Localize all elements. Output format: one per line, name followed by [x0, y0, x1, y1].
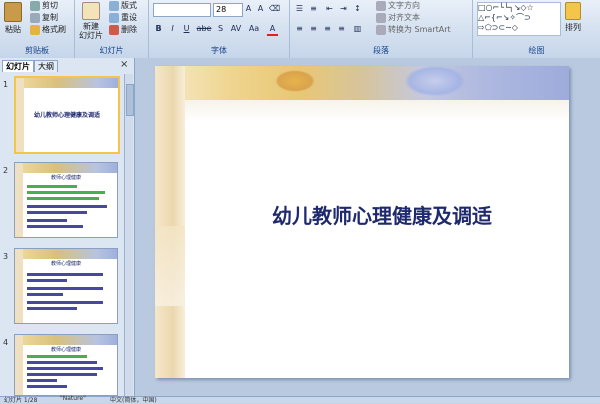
- smartart-label: 转换为 SmartArt: [388, 25, 451, 34]
- align-text-button[interactable]: 对齐文本: [376, 12, 420, 23]
- drawing-group-label: 绘图: [528, 46, 545, 55]
- theme-name: "Nature": [60, 395, 86, 402]
- thumb-title: 幼儿教师心理健康及调适: [33, 112, 100, 119]
- align-center-button[interactable]: ≡: [308, 23, 319, 34]
- slides-group: 新建 幻灯片 版式 重设 删除 幻灯片: [75, 0, 149, 58]
- align-text-label: 对齐文本: [388, 13, 420, 22]
- bold-button[interactable]: B: [153, 23, 164, 34]
- layout-button[interactable]: 版式: [109, 0, 137, 11]
- slide-number: 1: [3, 80, 9, 89]
- text-direction-icon: [376, 0, 386, 11]
- cut-label: 剪切: [42, 1, 58, 10]
- clipboard-group-label: 剪贴板: [25, 46, 49, 55]
- font-color-button[interactable]: A: [267, 23, 278, 36]
- decrease-indent-button[interactable]: ⇤: [324, 3, 335, 14]
- numbering-button[interactable]: ≡: [308, 3, 319, 14]
- change-case-button[interactable]: Aa: [247, 23, 261, 34]
- slide-number: 2: [3, 166, 9, 175]
- slide-title[interactable]: 幼儿教师心理健康及调适: [195, 200, 569, 229]
- reset-label: 重设: [121, 13, 137, 22]
- arrange-icon: [565, 2, 581, 20]
- copy-icon: [30, 12, 40, 23]
- clear-format-button[interactable]: ⌫: [269, 3, 280, 14]
- smartart-icon: [376, 24, 386, 35]
- arrange-label: 排列: [565, 23, 581, 32]
- font-group-label: 字体: [211, 46, 227, 55]
- smartart-button[interactable]: 转换为 SmartArt: [376, 24, 451, 35]
- delete-icon: [109, 24, 119, 35]
- paragraph-group: ☰ ≡ ⇤ ⇥ ↕ 文字方向 对齐文本 转换为 SmartArt ≡ ≡ ≡ ≡…: [290, 0, 473, 58]
- font-size-field[interactable]: 28: [213, 3, 243, 17]
- columns-button[interactable]: ▥: [352, 23, 363, 34]
- panel-scrollbar[interactable]: [124, 74, 134, 396]
- copy-button[interactable]: 复制: [30, 12, 58, 23]
- tab-outline[interactable]: 大纲: [34, 60, 58, 72]
- italic-button[interactable]: I: [167, 23, 178, 34]
- font-name-field[interactable]: [153, 3, 211, 17]
- leaf-decoration: [275, 70, 315, 92]
- slide-number: 4: [3, 338, 9, 347]
- slide-top-decoration: [155, 66, 569, 100]
- delete-button[interactable]: 删除: [109, 24, 137, 35]
- format-painter-label: 格式刷: [42, 25, 66, 34]
- bullets-button[interactable]: ☰: [294, 3, 305, 14]
- align-text-icon: [376, 12, 386, 23]
- reset-icon: [109, 12, 119, 23]
- drawing-group: □○⌐└└┐↘◇☆ △⌐{⌐↘✧⌒⊃ ⇨⬠⊃⊂∼◇ 排列 绘图: [473, 0, 600, 58]
- paragraph-group-label: 段落: [373, 46, 389, 55]
- ribbon: 粘贴 剪切 复制 格式刷 剪贴板 新建 幻灯片 版式 重设 删除 幻灯片 28 …: [0, 0, 600, 59]
- underline-button[interactable]: U: [181, 23, 192, 34]
- char-spacing-button[interactable]: AV: [229, 23, 243, 34]
- slides-group-label: 幻灯片: [99, 46, 124, 55]
- slide-thumbnail-2[interactable]: 教师心理健康: [14, 162, 118, 238]
- slide-info: 幻灯片 1/28: [4, 397, 38, 404]
- slide-number: 3: [3, 252, 9, 261]
- layout-label: 版式: [121, 1, 137, 10]
- increase-indent-button[interactable]: ⇥: [338, 3, 349, 14]
- format-painter-button[interactable]: 格式刷: [30, 24, 66, 35]
- shadow-button[interactable]: S: [215, 23, 226, 34]
- paste-button[interactable]: 粘贴: [4, 2, 22, 35]
- clipboard-group: 粘贴 剪切 复制 格式刷 剪贴板: [0, 0, 75, 58]
- justify-button[interactable]: ≡: [336, 23, 347, 34]
- delete-label: 删除: [121, 25, 137, 34]
- font-group: 28 A A ⌫ B I U abe S AV Aa A 字体: [149, 0, 290, 58]
- left-texture: [155, 226, 185, 306]
- brush-icon: [30, 24, 40, 35]
- current-slide[interactable]: 幼儿教师心理健康及调适: [155, 66, 569, 378]
- new-slide-button[interactable]: 新建 幻灯片: [79, 2, 103, 40]
- paste-label: 粘贴: [5, 25, 21, 34]
- slide-body: [185, 100, 569, 378]
- scrollbar-thumb[interactable]: [126, 84, 134, 116]
- thumb-title: 教师心理健康: [50, 347, 81, 353]
- align-left-button[interactable]: ≡: [294, 23, 305, 34]
- tab-slides[interactable]: 幻灯片: [2, 60, 34, 72]
- thumb-title: 教师心理健康: [50, 261, 81, 267]
- reset-button[interactable]: 重设: [109, 12, 137, 23]
- paste-icon: [4, 2, 22, 22]
- thumb-title: 教师心理健康: [50, 175, 81, 181]
- close-panel-icon[interactable]: ×: [120, 60, 128, 70]
- flower-decoration: [405, 66, 465, 96]
- layout-icon: [109, 0, 119, 11]
- new-slide-icon: [82, 2, 100, 20]
- arrange-button[interactable]: 排列: [565, 2, 581, 33]
- slide-left-decoration: [155, 66, 185, 378]
- copy-label: 复制: [42, 13, 58, 22]
- language-status: 中文(简体，中国): [110, 397, 157, 404]
- new-slide-label: 新建 幻灯片: [79, 22, 103, 40]
- text-direction-button[interactable]: 文字方向: [376, 0, 420, 11]
- cut-button[interactable]: 剪切: [30, 0, 58, 11]
- shapes-gallery[interactable]: □○⌐└└┐↘◇☆ △⌐{⌐↘✧⌒⊃ ⇨⬠⊃⊂∼◇: [477, 2, 561, 36]
- line-spacing-button[interactable]: ↕: [352, 3, 363, 14]
- slide-thumbnail-4[interactable]: 教师心理健康: [14, 334, 118, 396]
- slide-thumbnail-1[interactable]: 幼儿教师心理健康及调适: [14, 76, 120, 154]
- slides-panel: 幻灯片 大纲 × 1 幼儿教师心理健康及调适 2 教师心理健康 3 教师心理健康…: [0, 58, 135, 396]
- align-right-button[interactable]: ≡: [322, 23, 333, 34]
- strikethrough-button[interactable]: abe: [195, 23, 213, 34]
- shrink-font-button[interactable]: A: [255, 3, 266, 14]
- text-direction-label: 文字方向: [388, 1, 420, 10]
- grow-font-button[interactable]: A: [243, 3, 254, 14]
- slide-thumbnail-3[interactable]: 教师心理健康: [14, 248, 118, 324]
